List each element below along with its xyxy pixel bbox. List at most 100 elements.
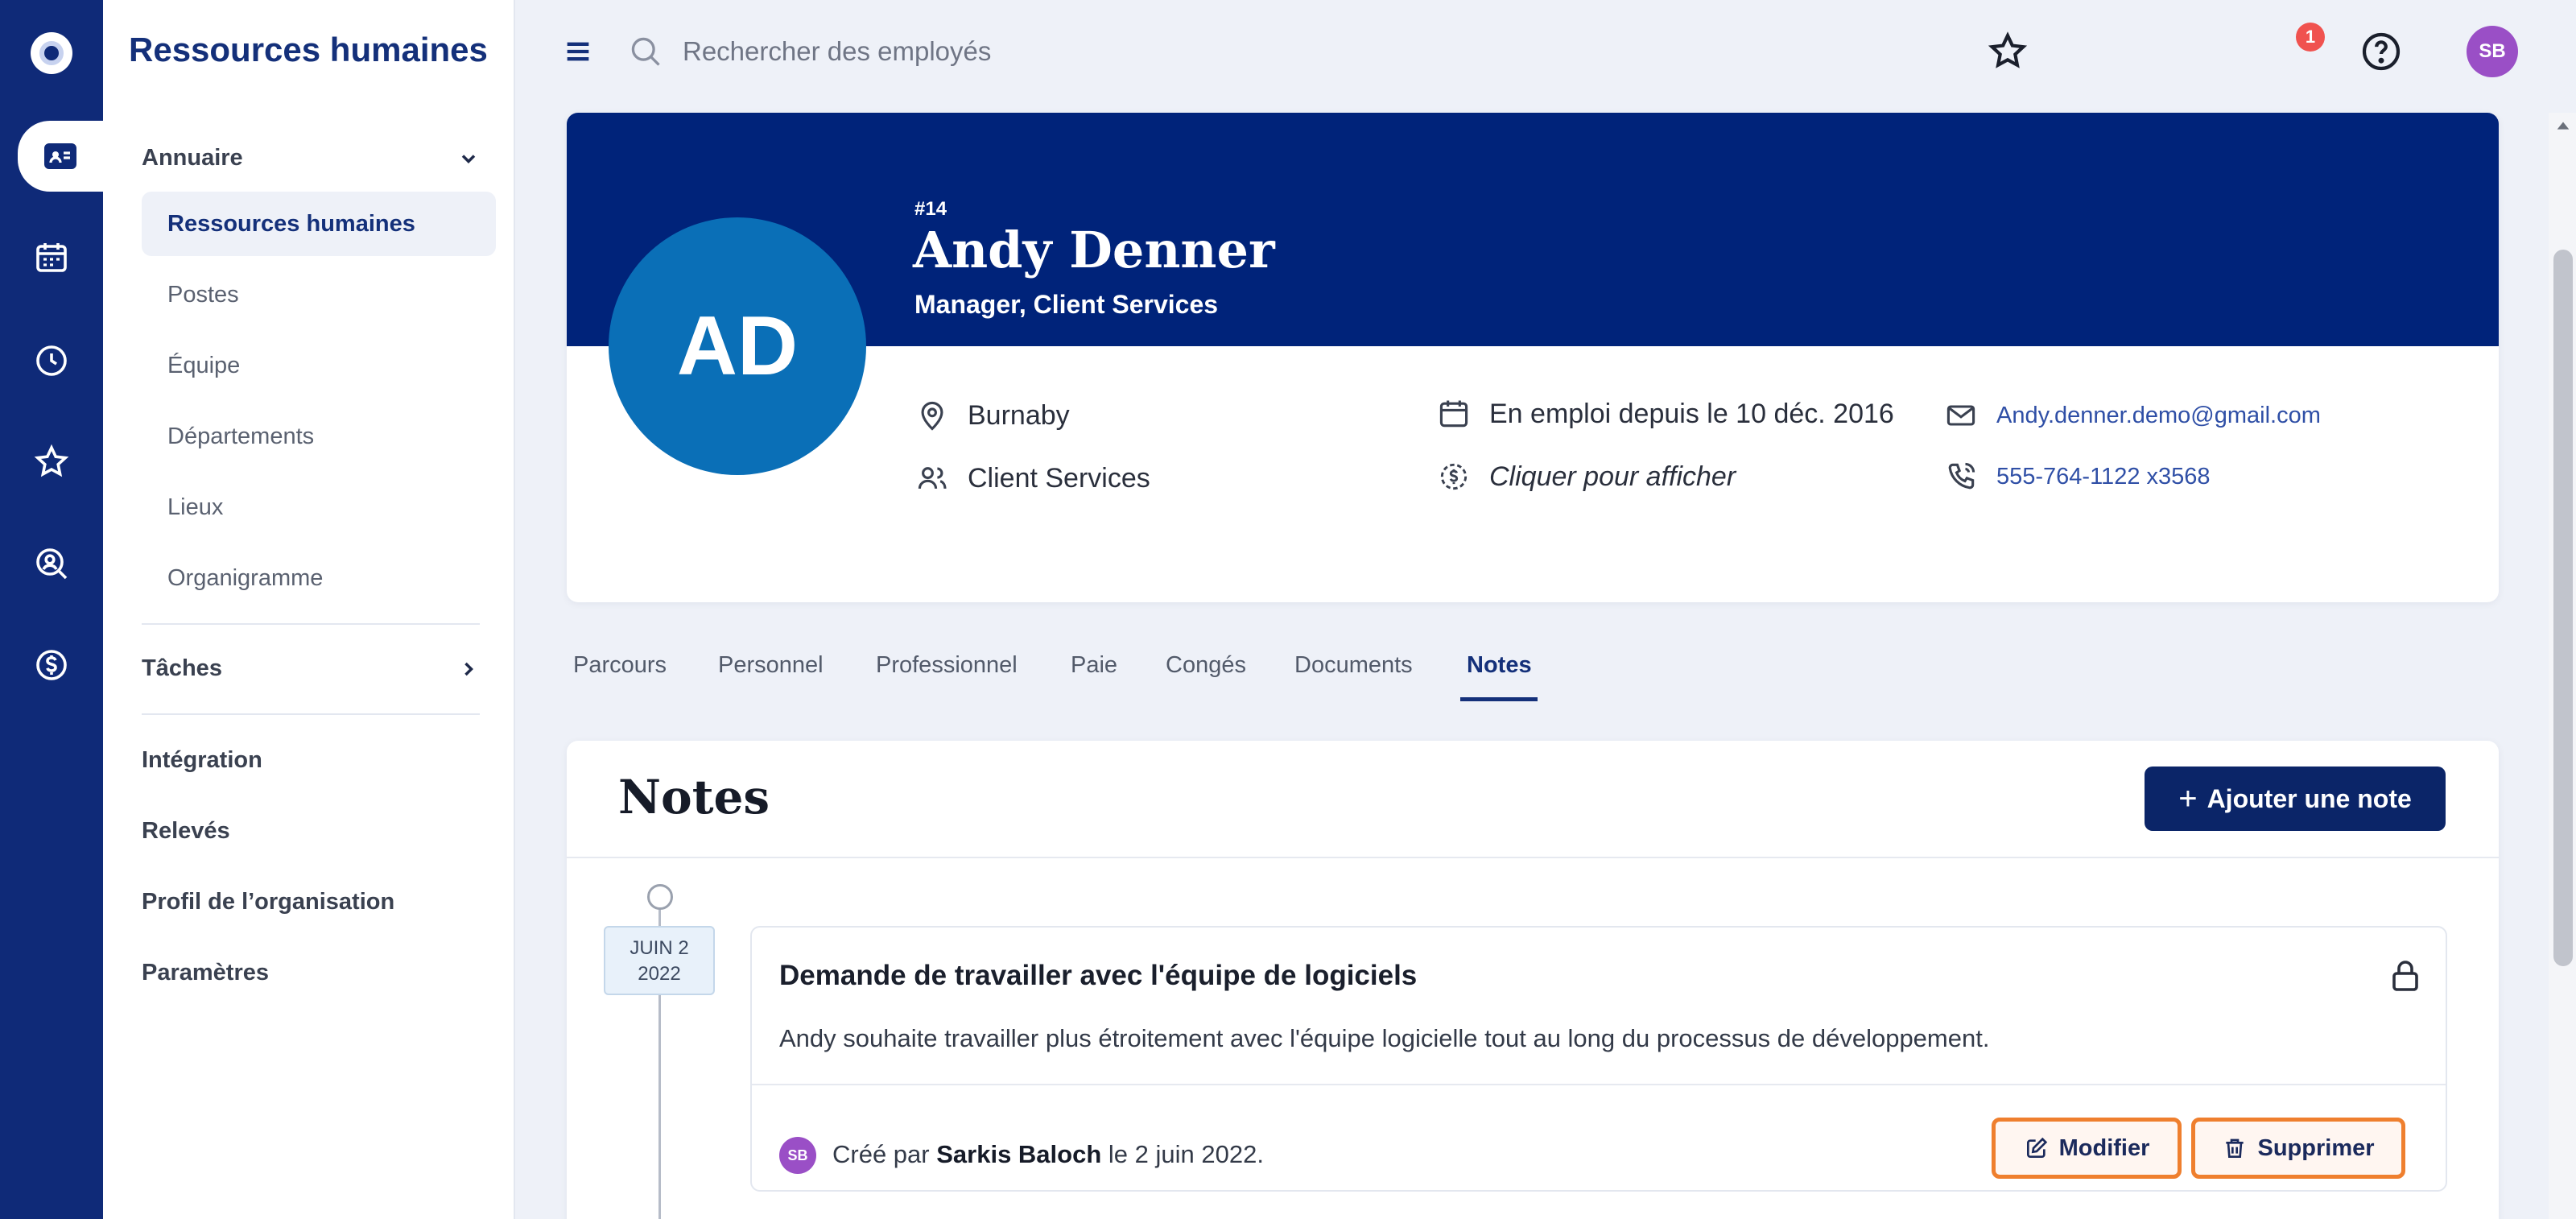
employee-salary-reveal[interactable]: Cliquer pour afficher [1436, 459, 1736, 494]
edit-note-button[interactable]: Modifier [1992, 1118, 2182, 1179]
timeline-dot [647, 884, 673, 910]
employee-department-text: Client Services [968, 462, 1150, 494]
tab-paie[interactable]: Paie [1071, 652, 1117, 700]
help-icon[interactable] [2359, 29, 2404, 74]
add-note-label: Ajouter une note [2207, 783, 2412, 813]
note-created-date: le 2 juin 2022. [1108, 1140, 1264, 1168]
employee-title: Manager, Client Services [914, 290, 1219, 319]
sidebar-item-label: Organigramme [167, 564, 324, 591]
calendar-icon [36, 243, 67, 272]
chevron-right-icon [464, 662, 473, 676]
employee-name: Andy Denner [913, 221, 1275, 279]
notification-badge: 1 [2296, 23, 2325, 52]
notes-heading: Notes [618, 770, 770, 824]
sidebar-link-label: Profil de l’organisation [142, 889, 395, 915]
sidebar-link-parametres[interactable]: Paramètres [142, 960, 480, 986]
sidebar-item-departements[interactable]: Départements [142, 404, 496, 469]
rail-payroll[interactable] [0, 630, 103, 700]
id-card-icon [44, 143, 76, 169]
search-input[interactable] [683, 27, 1407, 76]
sidebar-item-ressources-humaines[interactable]: Ressources humaines [142, 192, 496, 256]
employee-department: Client Services [914, 461, 1150, 496]
employee-id: #14 [914, 198, 947, 220]
employee-email[interactable]: Andy.denner.demo@gmail.com [1943, 398, 2321, 433]
trash-icon [2226, 1138, 2244, 1158]
profile-card: AD #14 Andy Denner Manager, Client Servi… [567, 113, 2499, 602]
sidebar-section-label: Annuaire [142, 145, 243, 171]
sidebar-section-annuaire[interactable]: Annuaire [142, 145, 480, 171]
favorites-star-icon[interactable] [1985, 29, 2030, 74]
notes-divider [567, 857, 2499, 858]
tab-notes[interactable]: Notes [1467, 652, 1532, 700]
sidebar-link-label: Intégration [142, 747, 262, 773]
note-created-prefix: Créé par [832, 1140, 930, 1168]
employee-location-text: Burnaby [968, 399, 1070, 431]
employee-phone[interactable]: 555-764-1122 x3568 [1943, 459, 2211, 494]
sidebar-item-equipe[interactable]: Équipe [142, 333, 496, 398]
star-icon [34, 444, 69, 477]
employee-location: Burnaby [914, 398, 1070, 433]
sidebar-item-label: Équipe [167, 352, 241, 378]
edit-icon [2026, 1137, 2047, 1158]
sidebar-link-releves[interactable]: Relevés [142, 818, 480, 845]
note-author-avatar: SB [779, 1137, 816, 1174]
note-created-by: Créé par Sarkis Baloch le 2 juin 2022. [832, 1140, 1264, 1169]
tab-documents[interactable]: Documents [1294, 652, 1413, 700]
sidebar-link-profil-organisation[interactable]: Profil de l’organisation [142, 889, 480, 915]
rail-performance[interactable] [0, 427, 103, 498]
employee-start-date-text: En emploi depuis le 10 déc. 2016 [1489, 398, 1894, 429]
delete-note-button[interactable]: Supprimer [2191, 1118, 2405, 1179]
sidebar-section-label: Tâches [142, 655, 222, 681]
chevron-down-icon [461, 154, 476, 163]
clock-icon [36, 345, 67, 376]
rail-directory[interactable] [18, 121, 103, 192]
icon-rail [0, 0, 103, 1219]
sidebar-item-postes[interactable]: Postes [142, 262, 496, 327]
lock-icon [2392, 961, 2418, 991]
note-author-name: Sarkis Baloch [936, 1140, 1102, 1168]
search-icon [631, 37, 660, 66]
map-pin-icon [921, 401, 943, 431]
delete-note-label: Supprimer [2257, 1134, 2375, 1161]
dollar-circle-icon [1440, 463, 1468, 490]
edit-note-label: Modifier [2058, 1134, 2150, 1161]
hamburger-menu-icon[interactable] [562, 35, 594, 68]
sidebar-item-label: Postes [167, 281, 239, 308]
calendar-icon [1439, 400, 1468, 428]
user-avatar[interactable]: SB [2467, 26, 2518, 77]
employee-salary-text: Cliquer pour afficher [1489, 461, 1736, 492]
rail-recruiting[interactable] [0, 528, 103, 599]
sidebar-section-taches[interactable]: Tâches [142, 655, 480, 682]
tab-personnel[interactable]: Personnel [718, 652, 824, 700]
sidebar-item-label: Départements [167, 423, 315, 449]
scrollbar-thumb[interactable] [2553, 250, 2573, 966]
plus-icon: + [2178, 780, 2198, 816]
note-body: Andy souhaite travailler plus étroitemen… [779, 1024, 1990, 1052]
note-date-chip: JUIN 2 2022 [604, 926, 715, 995]
tab-professionnel[interactable]: Professionnel [876, 652, 1018, 700]
tab-parcours[interactable]: Parcours [573, 652, 667, 700]
sidebar-link-integration[interactable]: Intégration [142, 747, 480, 774]
top-bar: 1 SB [515, 0, 2576, 105]
employee-avatar: AD [609, 217, 866, 475]
sidebar-divider [142, 623, 480, 625]
sidebar-title: Ressources humaines [129, 31, 488, 68]
sidebar-divider [142, 713, 480, 715]
logo-icon[interactable] [31, 32, 72, 74]
note-card: Demande de travailler avec l'équipe de l… [750, 926, 2447, 1192]
tab-conges[interactable]: Congés [1166, 652, 1246, 700]
active-tab-indicator [1460, 697, 1538, 701]
dollar-icon [36, 650, 67, 680]
employee-email-text: Andy.denner.demo@gmail.com [1996, 402, 2321, 428]
add-note-button[interactable]: + Ajouter une note [2145, 767, 2446, 831]
sidebar-item-lieux[interactable]: Lieux [142, 475, 496, 539]
employee-phone-text: 555-764-1122 x3568 [1996, 463, 2211, 490]
rail-calendar[interactable] [0, 222, 103, 293]
sidebar-item-organigramme[interactable]: Organigramme [142, 546, 496, 610]
note-title: Demande de travailler avec l'équipe de l… [779, 960, 1418, 991]
rail-time[interactable] [0, 325, 103, 396]
scroll-up-arrow-icon[interactable] [2553, 118, 2573, 135]
phone-icon [1948, 462, 1975, 490]
users-icon [918, 467, 947, 489]
mail-icon [1946, 405, 1975, 426]
